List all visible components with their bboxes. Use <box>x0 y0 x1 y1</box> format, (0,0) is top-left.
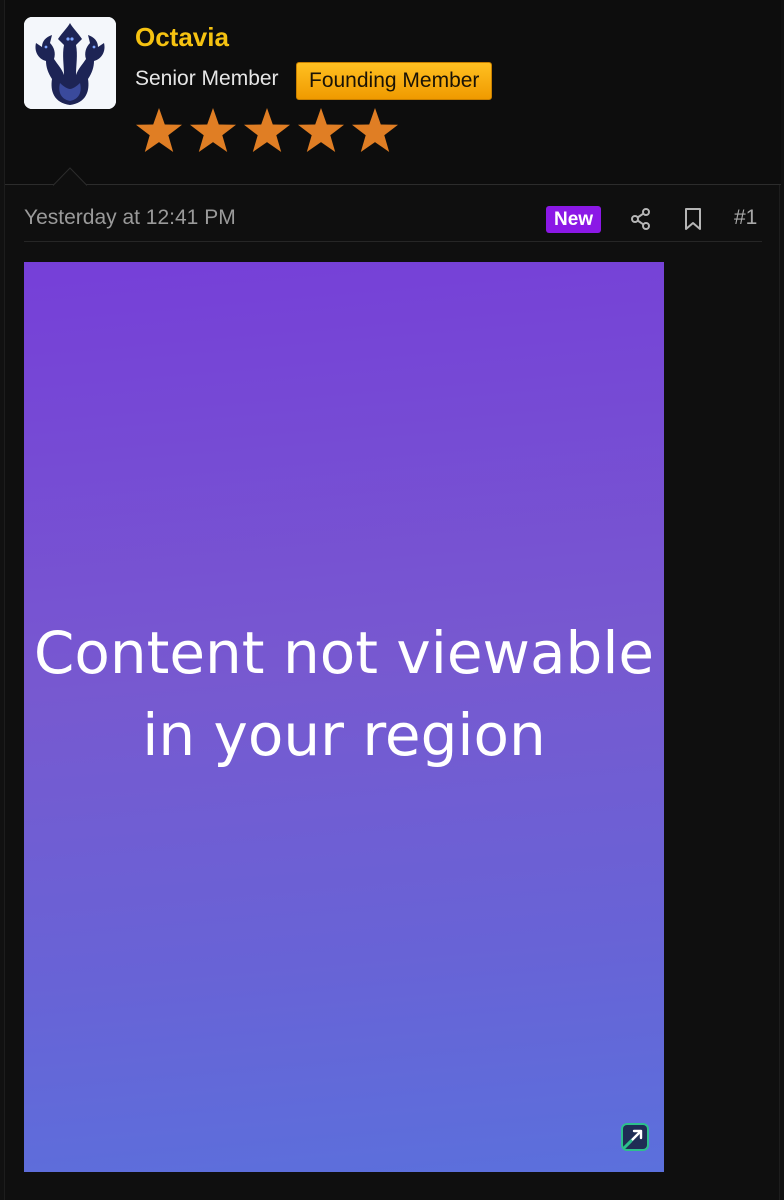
star-icon <box>298 108 344 152</box>
region-block-line-2: in your region <box>142 701 546 769</box>
username[interactable]: Octavia <box>135 22 229 53</box>
user-title: Senior Member <box>135 67 279 90</box>
share-button[interactable] <box>626 204 656 234</box>
new-badge: New <box>546 206 602 233</box>
forum-post: Octavia Senior Member Founding Member Ye… <box>4 0 781 1200</box>
star-rating <box>135 106 399 160</box>
hydra-avatar-icon <box>24 17 116 109</box>
post-number-link[interactable]: #1 <box>734 206 757 230</box>
bookmark-button[interactable] <box>678 204 708 234</box>
post-meta-row: Yesterday at 12:41 PM New #1 <box>24 196 762 242</box>
star-icon <box>190 108 236 152</box>
blocked-media-placeholder[interactable]: Content not viewable in your region <box>24 262 664 1172</box>
share-icon <box>631 208 650 230</box>
post-user-header: Octavia Senior Member Founding Member <box>5 0 781 186</box>
region-block-line-1: Content not viewable <box>33 619 655 687</box>
expand-media-icon[interactable] <box>620 1122 650 1152</box>
region-block-message: Content not viewable in your region <box>24 612 664 776</box>
star-icon <box>136 108 182 152</box>
post-date[interactable]: Yesterday at 12:41 PM <box>24 206 236 230</box>
user-banner: Founding Member <box>296 62 493 100</box>
header-pointer-arrow <box>53 167 87 186</box>
user-avatar[interactable] <box>24 17 116 109</box>
star-icon <box>352 108 398 152</box>
bookmark-icon <box>685 208 701 230</box>
star-icon <box>244 108 290 152</box>
